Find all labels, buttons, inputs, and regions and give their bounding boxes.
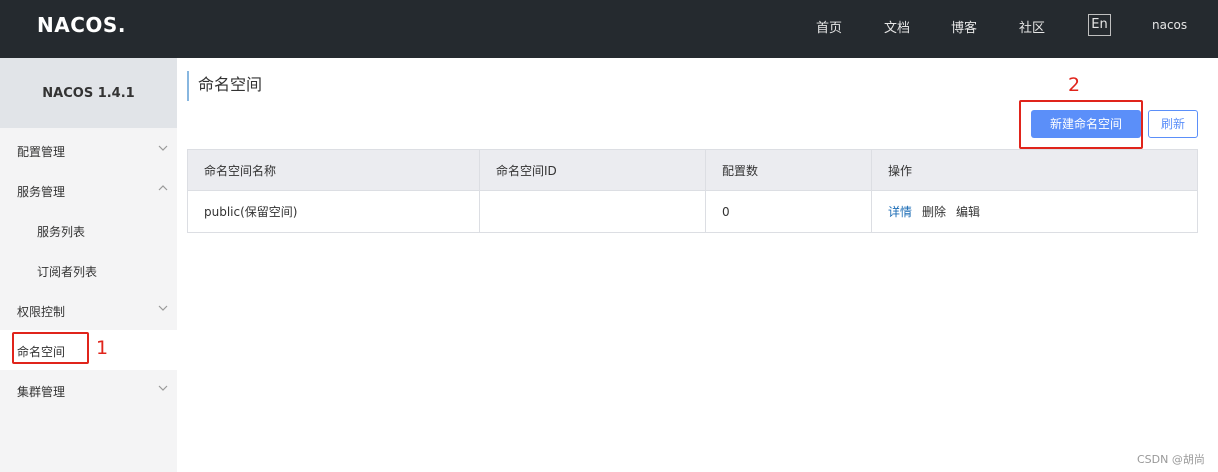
annotation-number-1: 1 xyxy=(96,337,109,359)
sidebar-item-service-management[interactable]: 服务管理 xyxy=(0,170,177,210)
annotation-box-1 xyxy=(12,332,89,364)
table-header-row: 命名空间名称 命名空间ID 配置数 操作 xyxy=(187,149,1198,191)
sidebar-item-label: 权限控制 xyxy=(17,305,66,319)
sidebar-item-label: 服务列表 xyxy=(37,225,86,239)
sidebar-item-access-control[interactable]: 权限控制 xyxy=(0,290,177,330)
delete-link[interactable]: 删除 xyxy=(922,205,946,219)
page-title: 命名空间 xyxy=(187,71,262,101)
namespace-name-cell: public(保留空间) xyxy=(187,190,480,233)
sidebar: NACOS 1.4.1 配置管理 服务管理 服务列表 订阅者列表 权限控制 命名… xyxy=(0,58,177,472)
logo-text: NACOS xyxy=(37,13,118,37)
column-header-operations: 操作 xyxy=(871,149,1198,191)
nacos-logo[interactable]: NACOS. xyxy=(37,13,125,37)
chevron-down-icon xyxy=(158,305,168,311)
user-menu[interactable]: nacos xyxy=(1152,18,1187,32)
logo-dot: . xyxy=(117,13,126,37)
config-count-cell: 0 xyxy=(705,190,872,233)
chevron-up-icon xyxy=(158,185,168,191)
sidebar-item-label: 集群管理 xyxy=(17,385,66,399)
annotation-box-2 xyxy=(1019,100,1143,149)
edit-link[interactable]: 编辑 xyxy=(956,205,980,219)
sidebar-item-label: 订阅者列表 xyxy=(37,265,98,279)
sidebar-item-cluster-management[interactable]: 集群管理 xyxy=(0,370,177,410)
operations-cell: 详情 删除 编辑 xyxy=(871,190,1198,233)
chevron-down-icon xyxy=(158,145,168,151)
nav-home[interactable]: 首页 xyxy=(816,17,842,36)
table-row: public(保留空间) 0 详情 删除 编辑 xyxy=(187,190,1198,233)
watermark: CSDN @胡尚 xyxy=(1137,453,1205,466)
nav-blog[interactable]: 博客 xyxy=(951,17,977,36)
namespace-table: 命名空间名称 命名空间ID 配置数 操作 public(保留空间) 0 详情 删除… xyxy=(187,149,1198,233)
language-switch-button[interactable]: En xyxy=(1088,14,1111,36)
chevron-down-icon xyxy=(158,385,168,391)
top-navbar: NACOS. 首页 文档 博客 社区 En nacos xyxy=(0,0,1218,58)
refresh-button[interactable]: 刷新 xyxy=(1148,110,1198,138)
column-header-id: 命名空间ID xyxy=(479,149,706,191)
column-header-config-count: 配置数 xyxy=(705,149,872,191)
namespace-id-cell xyxy=(479,190,706,233)
sidebar-item-subscriber-list[interactable]: 订阅者列表 xyxy=(0,250,177,290)
nav-community[interactable]: 社区 xyxy=(1019,17,1045,36)
sidebar-item-label: 配置管理 xyxy=(17,145,66,159)
sidebar-item-label: 服务管理 xyxy=(17,185,66,199)
column-header-name: 命名空间名称 xyxy=(187,149,480,191)
nav-docs[interactable]: 文档 xyxy=(884,17,910,36)
details-link[interactable]: 详情 xyxy=(888,205,912,219)
sidebar-item-config-management[interactable]: 配置管理 xyxy=(0,130,177,170)
version-label: NACOS 1.4.1 xyxy=(0,58,177,128)
sidebar-item-service-list[interactable]: 服务列表 xyxy=(0,210,177,250)
annotation-number-2: 2 xyxy=(1068,74,1081,96)
